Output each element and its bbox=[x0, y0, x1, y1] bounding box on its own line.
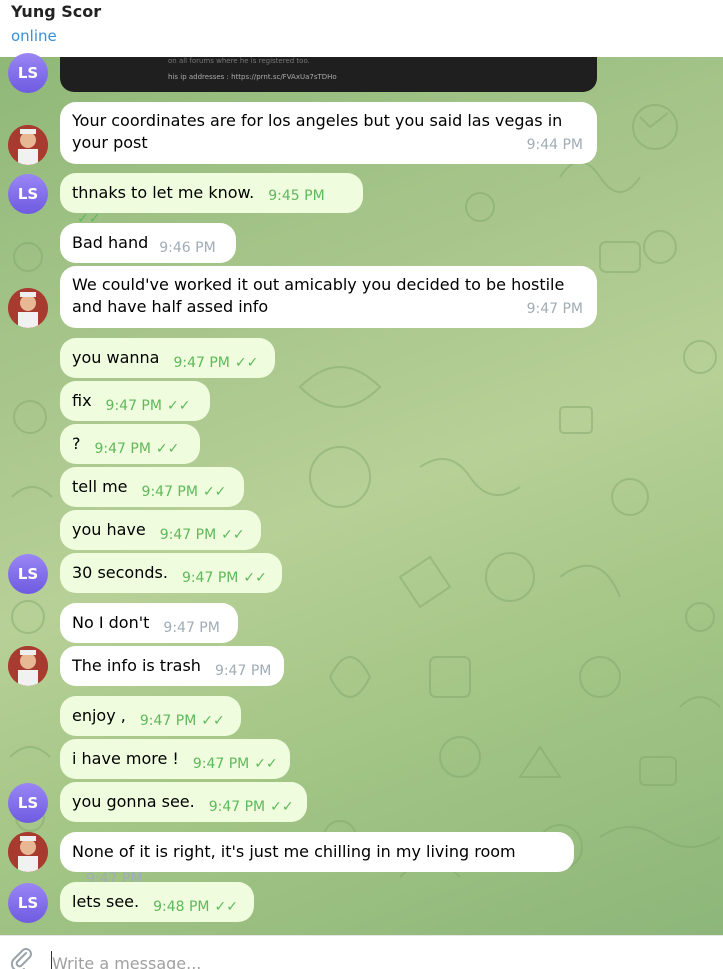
message-bubble[interactable]: you have 9:47 PM ✓✓ bbox=[60, 510, 261, 550]
message-bubble[interactable]: We could've worked it out amicably you d… bbox=[60, 266, 597, 328]
message-text: tell me bbox=[72, 477, 128, 496]
read-checkmarks-icon: ✓✓ bbox=[201, 713, 225, 729]
message-bubble[interactable]: enjoy , 9:47 PM ✓✓ bbox=[60, 696, 241, 736]
avatar-ls[interactable]: LS bbox=[8, 554, 48, 594]
message-bubble[interactable]: The info is trash 9:47 PM bbox=[60, 646, 284, 686]
avatar-photo-icon bbox=[8, 832, 48, 872]
message-text: Bad hand bbox=[72, 233, 149, 252]
message-composer bbox=[0, 935, 723, 969]
message-time: 9:44 PM bbox=[526, 137, 583, 153]
avatar-yung-scor[interactable] bbox=[8, 646, 48, 686]
avatar-ls[interactable]: LS bbox=[8, 783, 48, 823]
message-text: enjoy , bbox=[72, 706, 126, 725]
avatar-yung-scor[interactable] bbox=[8, 288, 48, 328]
message-text: you have bbox=[72, 520, 146, 539]
message-bubble[interactable]: thnaks to let me know. 9:45 PM✓✓ bbox=[60, 173, 363, 227]
avatar-yung-scor[interactable] bbox=[8, 125, 48, 165]
avatar-photo-icon bbox=[8, 646, 48, 686]
read-checkmarks-icon: ✓✓ bbox=[234, 355, 259, 371]
read-checkmarks-icon: ✓✓ bbox=[166, 398, 191, 414]
chat-title[interactable]: Yung Scor bbox=[11, 2, 101, 21]
message-time: 9:48 PM bbox=[153, 899, 210, 915]
message-text: No I don't bbox=[72, 613, 150, 632]
avatar-photo-icon bbox=[8, 288, 48, 328]
preview-line-2: his ip addresses : https://prnt.sc/FVAxU… bbox=[168, 73, 337, 81]
message-bubble[interactable]: tell me 9:47 PM ✓✓ bbox=[60, 467, 244, 507]
read-checkmarks-icon: ✓✓ bbox=[254, 756, 278, 772]
read-checkmarks-icon: ✓✓ bbox=[202, 484, 227, 500]
message-time: 9:47 PM bbox=[94, 441, 151, 457]
read-checkmarks-icon: ✓✓ bbox=[221, 527, 245, 543]
message-text: you wanna bbox=[72, 348, 160, 367]
message-bubble[interactable]: None of it is right, it's just me chilli… bbox=[60, 832, 574, 887]
message-bubble[interactable]: you wanna 9:47 PM ✓✓ bbox=[60, 338, 275, 378]
message-time: 9:47 PM bbox=[105, 398, 162, 414]
message-text: fix bbox=[72, 391, 92, 410]
avatar-ls[interactable]: LS bbox=[8, 53, 48, 93]
message-time: 9:47 PM bbox=[139, 713, 197, 729]
message-time: 9:47 PM bbox=[173, 355, 230, 371]
message-time: 9:47 PM bbox=[141, 484, 198, 500]
message-bubble[interactable]: fix 9:47 PM ✓✓ bbox=[60, 381, 210, 421]
message-time: 9:47 PM bbox=[181, 570, 239, 586]
message-time: 9:47 PM bbox=[208, 799, 266, 815]
read-checkmarks-icon: ✓✓ bbox=[155, 441, 180, 457]
message-input[interactable] bbox=[52, 948, 692, 969]
image-message-preview[interactable]: on all forums where he is registered too… bbox=[60, 57, 597, 92]
paperclip-icon[interactable] bbox=[8, 945, 34, 969]
message-text: The info is trash bbox=[72, 656, 201, 675]
message-text: thnaks to let me know. bbox=[72, 183, 255, 202]
message-time: 9:45 PM bbox=[268, 188, 325, 204]
message-text: Your coordinates are for los angeles but… bbox=[72, 111, 563, 152]
message-time: 9:47 PM bbox=[159, 527, 217, 543]
message-time: 9:47 PM bbox=[526, 301, 583, 317]
message-bubble[interactable]: lets see. 9:48 PM ✓✓ bbox=[60, 882, 254, 922]
avatar-photo-icon bbox=[8, 125, 48, 165]
avatar-ls[interactable]: LS bbox=[8, 883, 48, 923]
message-bubble[interactable]: No I don't 9:47 PM bbox=[60, 603, 238, 643]
message-text: ? bbox=[72, 434, 81, 453]
avatar-ls[interactable]: LS bbox=[8, 174, 48, 214]
message-bubble[interactable]: 30 seconds. 9:47 PM ✓✓ bbox=[60, 553, 282, 593]
message-bubble[interactable]: Your coordinates are for los angeles but… bbox=[60, 102, 597, 164]
message-text: lets see. bbox=[72, 892, 140, 911]
message-text: i have more ! bbox=[72, 749, 179, 768]
message-time: 9:46 PM bbox=[159, 240, 216, 256]
chat-header[interactable]: Yung Scor online bbox=[0, 0, 723, 57]
message-time: 9:47 PM bbox=[214, 663, 272, 679]
avatar-yung-scor[interactable] bbox=[8, 832, 48, 872]
message-text: 30 seconds. bbox=[72, 563, 168, 582]
online-status: online bbox=[11, 27, 57, 45]
message-text: We could've worked it out amicably you d… bbox=[72, 275, 565, 316]
message-text: None of it is right, it's just me chilli… bbox=[72, 842, 516, 861]
message-bubble[interactable]: you gonna see. 9:47 PM ✓✓ bbox=[60, 782, 307, 822]
message-time: 9:47 PM bbox=[163, 620, 220, 636]
message-bubble[interactable]: Bad hand 9:46 PM bbox=[60, 223, 236, 263]
read-checkmarks-icon: ✓✓ bbox=[270, 799, 294, 815]
read-checkmarks-icon: ✓✓ bbox=[214, 899, 238, 915]
message-text: you gonna see. bbox=[72, 792, 195, 811]
message-time: 9:47 PM bbox=[192, 756, 250, 772]
read-checkmarks-icon: ✓✓ bbox=[243, 570, 267, 586]
preview-line-1: on all forums where he is registered too… bbox=[168, 57, 310, 65]
message-bubble[interactable]: ? 9:47 PM ✓✓ bbox=[60, 424, 200, 464]
message-bubble[interactable]: i have more ! 9:47 PM ✓✓ bbox=[60, 739, 290, 779]
